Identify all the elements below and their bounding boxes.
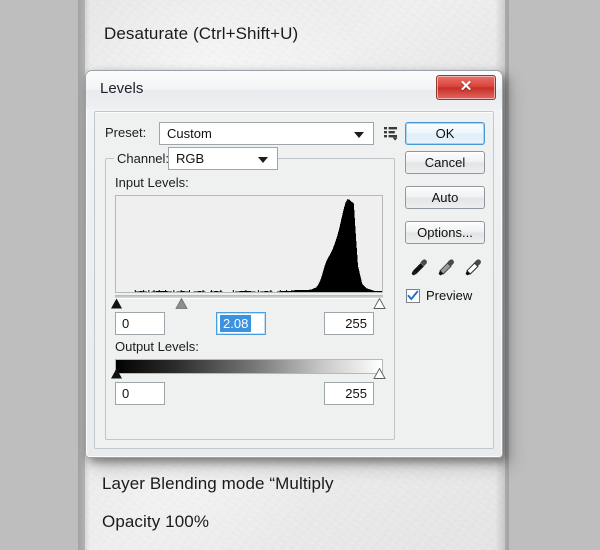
input-black-point-field[interactable]: 0	[115, 312, 165, 335]
auto-button[interactable]: Auto	[405, 186, 485, 209]
annotation-opacity: Opacity 100%	[102, 512, 210, 531]
channel-label-gap: Channel:	[114, 150, 173, 168]
input-slider-track[interactable]	[115, 295, 383, 299]
output-white-point-value: 255	[345, 386, 367, 401]
input-levels-label: Input Levels:	[115, 175, 189, 190]
cancel-button[interactable]: Cancel	[405, 151, 485, 174]
input-white-point-field[interactable]: 255	[324, 312, 374, 335]
channel-groupbox: Channel: RGB Input Levels: 0 2.08 255 Ou…	[105, 147, 395, 440]
preset-label: Preset:	[105, 125, 147, 140]
dialog-titlebar[interactable]: Levels ✕	[86, 71, 502, 109]
output-levels-label: Output Levels:	[115, 339, 199, 354]
preset-options-menu-icon[interactable]	[382, 124, 400, 142]
output-black-point-field[interactable]: 0	[115, 382, 165, 405]
close-button[interactable]: ✕	[436, 75, 496, 100]
dialog-title: Levels	[100, 80, 144, 97]
output-black-point-value: 0	[122, 386, 130, 401]
output-black-point-slider[interactable]	[110, 368, 123, 379]
preset-dropdown[interactable]: Custom	[159, 122, 374, 145]
dialog-body: Preset: Custom Channel: RGB Input Levels…	[94, 111, 494, 449]
set-gray-point-eyedropper-icon[interactable]	[435, 257, 457, 279]
channel-label: Channel:	[117, 151, 170, 166]
ok-button[interactable]: OK	[405, 122, 485, 145]
preset-value: Custom	[167, 126, 212, 141]
output-gradient-bar	[115, 359, 383, 374]
chevron-down-icon	[354, 132, 364, 138]
checkmark-icon	[407, 290, 419, 301]
preview-checkbox[interactable]	[406, 289, 420, 303]
output-white-point-field[interactable]: 255	[324, 382, 374, 405]
input-black-point-slider[interactable]	[110, 298, 123, 309]
close-icon: ✕	[459, 78, 473, 95]
input-black-point-value: 0	[122, 316, 130, 331]
input-white-point-slider[interactable]	[373, 298, 386, 309]
annotation-blending-mode: Layer Blending mode “Multiply	[102, 474, 334, 493]
histogram-plot	[116, 199, 382, 292]
annotation-desaturate: Desaturate (Ctrl+Shift+U)	[104, 24, 299, 43]
input-histogram	[115, 195, 383, 293]
set-white-point-eyedropper-icon[interactable]	[462, 257, 484, 279]
set-black-point-eyedropper-icon[interactable]	[408, 257, 430, 279]
preset-row: Preset: Custom	[105, 122, 398, 145]
levels-dialog: Levels ✕ Preset: Custom Channel: RGB Inp…	[85, 70, 503, 458]
input-gamma-field[interactable]: 2.08	[216, 312, 266, 335]
input-gamma-value: 2.08	[220, 315, 252, 332]
chevron-down-icon	[258, 157, 268, 163]
channel-dropdown[interactable]: RGB	[168, 147, 278, 170]
output-white-point-slider[interactable]	[373, 368, 386, 379]
channel-value: RGB	[176, 151, 205, 166]
input-gamma-slider[interactable]	[175, 298, 188, 309]
preview-label: Preview	[426, 288, 473, 303]
options-button[interactable]: Options...	[405, 221, 485, 244]
input-white-point-value: 255	[345, 316, 367, 331]
